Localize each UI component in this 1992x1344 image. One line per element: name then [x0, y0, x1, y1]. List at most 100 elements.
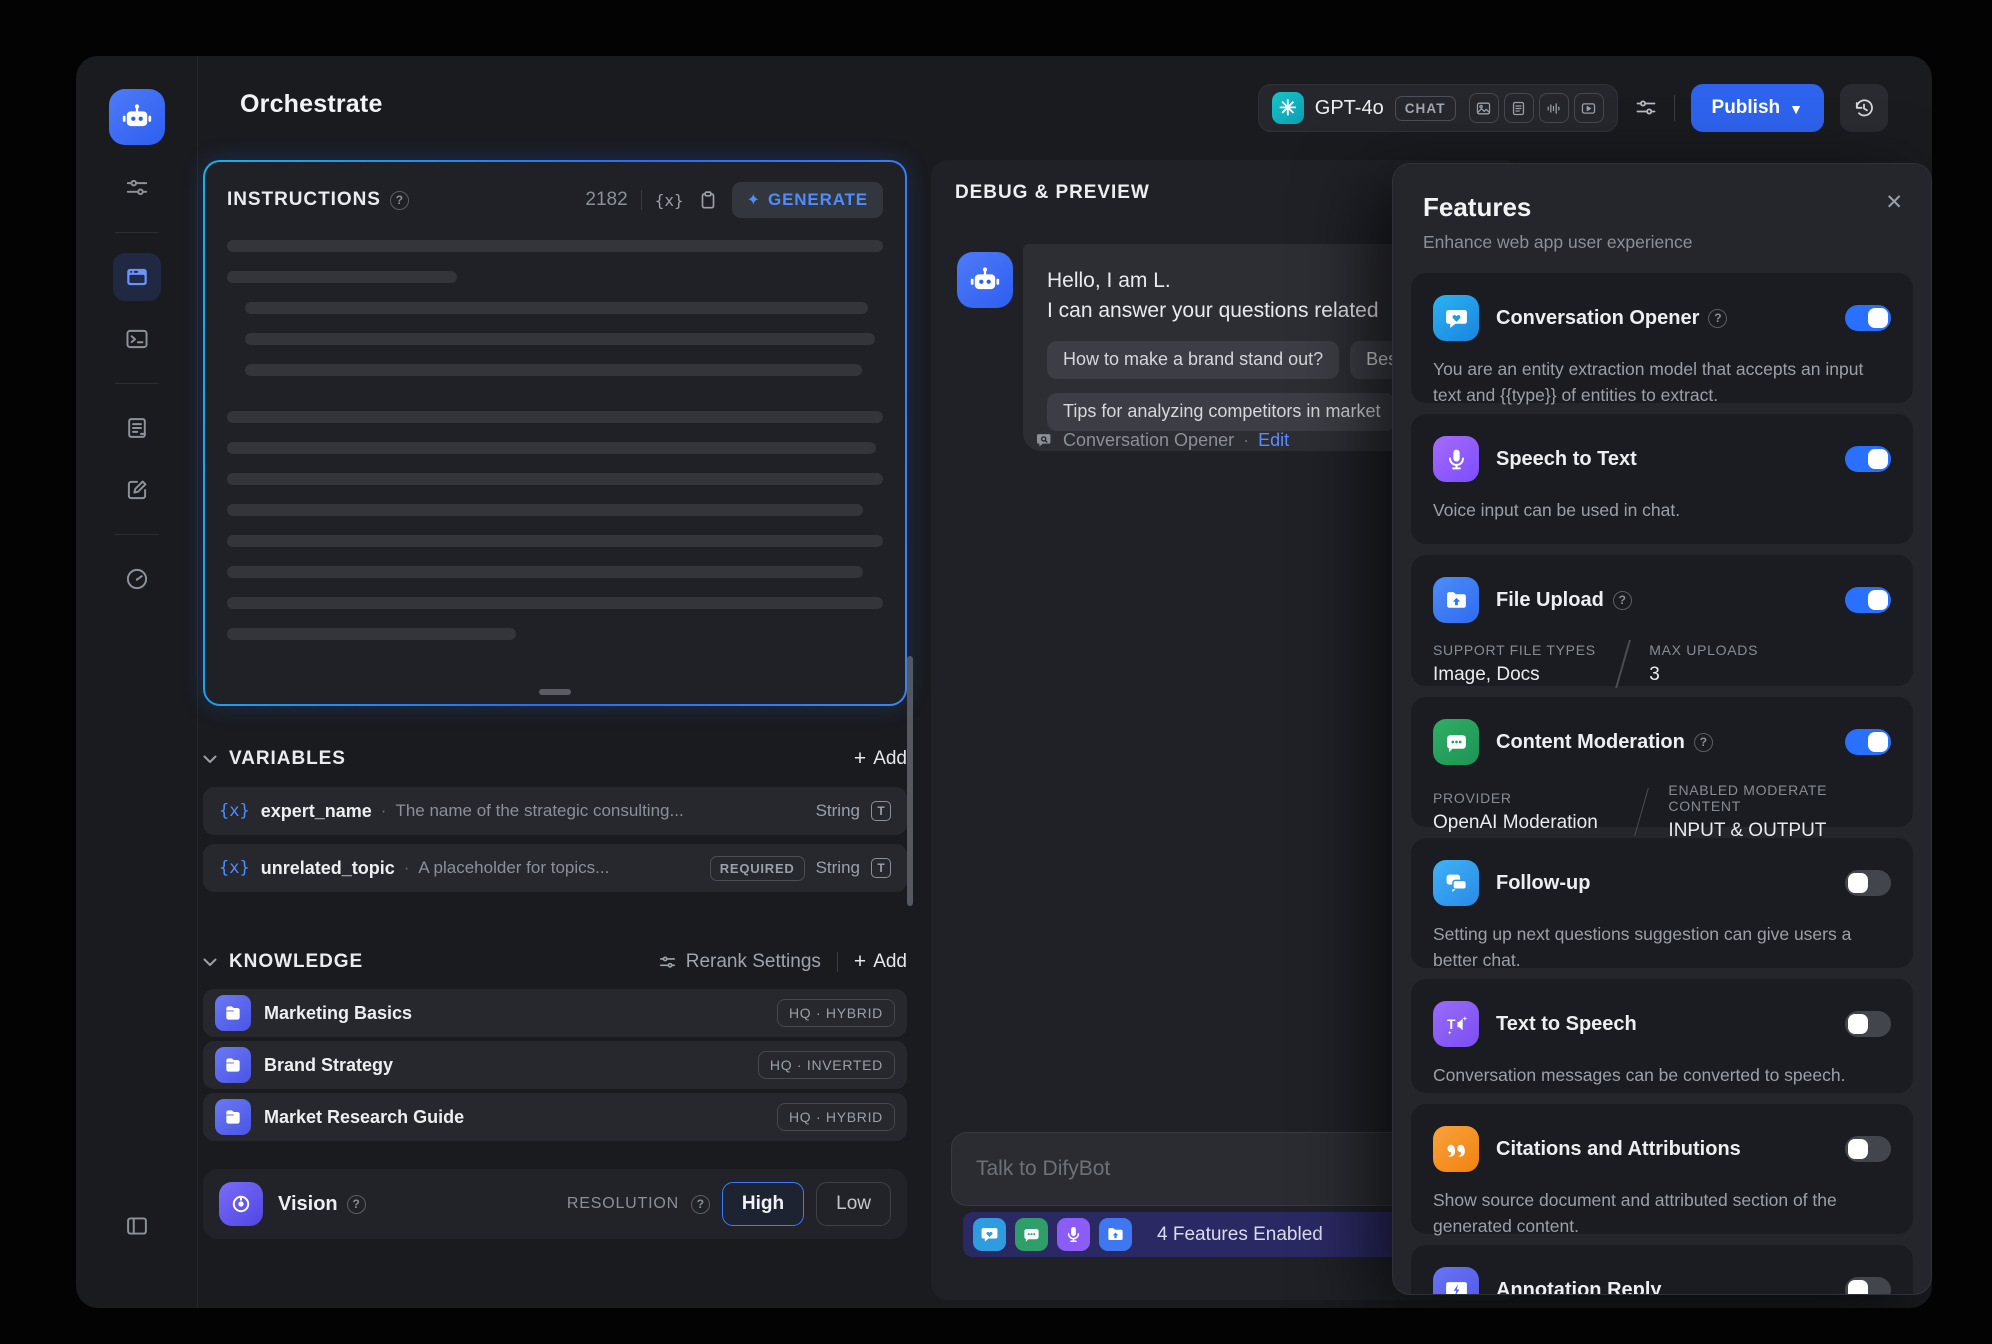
publish-button[interactable]: Publish ▼ — [1691, 84, 1824, 132]
window-icon — [124, 264, 150, 290]
sliders-icon — [1634, 96, 1658, 120]
feature-card-annotation-reply: Annotation Reply — [1411, 1245, 1913, 1295]
text-input-type-icon[interactable]: T — [871, 801, 891, 821]
model-name: GPT-4o — [1315, 97, 1384, 120]
sidebar-item-logs[interactable] — [113, 404, 161, 452]
scrollbar-thumb[interactable] — [907, 656, 913, 906]
feature-description: Conversation messages can be converted t… — [1433, 1062, 1891, 1088]
feature-card-text-to-speech: T Text to Speech Conversation messages c… — [1411, 979, 1913, 1093]
divider — [837, 952, 838, 972]
sidebar-item-monitoring[interactable] — [113, 555, 161, 603]
resolution-low-button[interactable]: Low — [816, 1182, 891, 1226]
feature-toggle[interactable] — [1845, 587, 1891, 613]
vision-icon — [219, 1182, 263, 1226]
help-icon[interactable]: ? — [1694, 733, 1713, 752]
topbar: Orchestrate ✳ GPT-4o CHAT Publish ▼ — [198, 56, 1932, 160]
knowledge-row[interactable]: Market Research Guide HQ · HYBRID — [203, 1093, 907, 1141]
collapse-sidebar-button[interactable] — [113, 1202, 161, 1250]
copy-icon[interactable] — [697, 189, 719, 211]
chevron-down-icon[interactable] — [203, 755, 217, 764]
app-window: Orchestrate ✳ GPT-4o CHAT Publish ▼ — [76, 56, 1932, 1308]
rerank-settings-button[interactable]: Rerank Settings — [658, 951, 821, 973]
variable-description: A placeholder for topics... — [418, 858, 609, 878]
panel-collapse-icon — [124, 1213, 150, 1239]
model-selector[interactable]: ✳ GPT-4o CHAT — [1258, 84, 1618, 132]
feature-toggle[interactable] — [1845, 1136, 1891, 1162]
speech-to-text-icon — [1433, 436, 1479, 482]
divider — [641, 190, 642, 210]
feature-toggle[interactable] — [1845, 305, 1891, 331]
app-logo — [109, 89, 165, 145]
debug-preview-title: DEBUG & PREVIEW — [955, 182, 1150, 204]
dataset-icon — [215, 995, 251, 1031]
sidebar-item-annotations[interactable] — [113, 466, 161, 514]
help-icon[interactable]: ? — [390, 191, 409, 210]
chevron-down-icon[interactable] — [203, 958, 217, 967]
sparkles-icon: ✦ — [747, 190, 760, 210]
model-parameters-button[interactable] — [1634, 96, 1658, 120]
feature-description: Voice input can be used in chat. — [1433, 497, 1891, 523]
openai-logo-icon: ✳ — [1272, 92, 1304, 124]
knowledge-name: Brand Strategy — [264, 1055, 393, 1076]
history-icon — [1852, 96, 1876, 120]
add-knowledge-button[interactable]: +Add — [854, 950, 907, 974]
edit-opener-link[interactable]: Edit — [1258, 430, 1289, 451]
sliders-icon — [658, 953, 677, 972]
robot-icon — [120, 100, 154, 134]
knowledge-row[interactable]: Brand Strategy HQ · INVERTED — [203, 1041, 907, 1089]
sidebar-divider — [115, 232, 159, 233]
variable-description: The name of the strategic consulting... — [395, 801, 683, 821]
instructions-title: INSTRUCTIONS — [227, 189, 381, 211]
sidebar-item-settings[interactable] — [113, 164, 161, 212]
knowledge-name: Market Research Guide — [264, 1107, 464, 1128]
character-count: 2182 — [585, 189, 627, 211]
close-icon[interactable]: ✕ — [1885, 190, 1903, 215]
slash-divider — [1634, 788, 1649, 836]
conversation-opener-icon — [1035, 431, 1054, 450]
suggested-question-chip[interactable]: How to make a brand stand out? — [1047, 341, 1339, 379]
svg-text:T: T — [1447, 1017, 1456, 1032]
add-variable-button[interactable]: +Add — [854, 747, 907, 771]
variable-type: String — [816, 801, 860, 821]
model-mode-badge: CHAT — [1395, 96, 1456, 121]
plus-icon: + — [854, 950, 866, 974]
sidebar-item-orchestrate[interactable] — [113, 253, 161, 301]
sliders-icon — [124, 175, 150, 201]
feature-toggle[interactable] — [1845, 446, 1891, 472]
help-icon[interactable]: ? — [691, 1195, 710, 1214]
follow-up-icon — [1433, 860, 1479, 906]
feature-title: Citations and Attributions — [1496, 1138, 1741, 1161]
sidebar-item-terminal[interactable] — [113, 315, 161, 363]
opener-label: Conversation Opener — [1063, 430, 1234, 451]
help-icon[interactable]: ? — [347, 1195, 366, 1214]
feature-toggle[interactable] — [1845, 1011, 1891, 1037]
resize-handle[interactable] — [539, 689, 571, 695]
knowledge-badge: HQ · HYBRID — [777, 1103, 895, 1131]
sidebar-divider — [115, 534, 159, 535]
history-button[interactable] — [1840, 84, 1888, 132]
variables-header: VARIABLES +Add — [203, 744, 907, 774]
feature-toggle[interactable] — [1845, 1277, 1891, 1295]
help-icon[interactable]: ? — [1708, 309, 1727, 328]
edit-square-icon — [124, 477, 150, 503]
knowledge-row[interactable]: Marketing Basics HQ · HYBRID — [203, 989, 907, 1037]
annotation-reply-icon — [1433, 1267, 1479, 1295]
feature-title: Text to Speech — [1496, 1013, 1637, 1036]
feature-toggle[interactable] — [1845, 870, 1891, 896]
instructions-panel: INSTRUCTIONS ? 2182 {x} ✦ GENERATE — [203, 160, 907, 706]
topbar-divider — [1674, 95, 1675, 121]
variable-row[interactable]: {x} expert_name · The name of the strate… — [203, 787, 907, 835]
suggested-question-chip[interactable]: Tips for analyzing competitors in market — [1047, 393, 1396, 431]
help-icon[interactable]: ? — [1613, 591, 1632, 610]
feature-toggle[interactable] — [1845, 729, 1891, 755]
text-input-type-icon[interactable]: T — [871, 858, 891, 878]
variable-row[interactable]: {x} unrelated_topic · A placeholder for … — [203, 844, 907, 892]
knowledge-title: KNOWLEDGE — [229, 951, 363, 973]
resolution-high-button[interactable]: High — [722, 1182, 804, 1226]
knowledge-header: KNOWLEDGE Rerank Settings +Add — [203, 947, 907, 977]
insert-variable-button[interactable]: {x} — [655, 191, 684, 210]
audio-capability-icon — [1539, 93, 1569, 123]
generate-button[interactable]: ✦ GENERATE — [732, 182, 883, 218]
feature-description: You are an entity extraction model that … — [1433, 356, 1891, 409]
feature-settings: PROVIDER OpenAI Moderation ENABLED MODER… — [1433, 782, 1891, 842]
